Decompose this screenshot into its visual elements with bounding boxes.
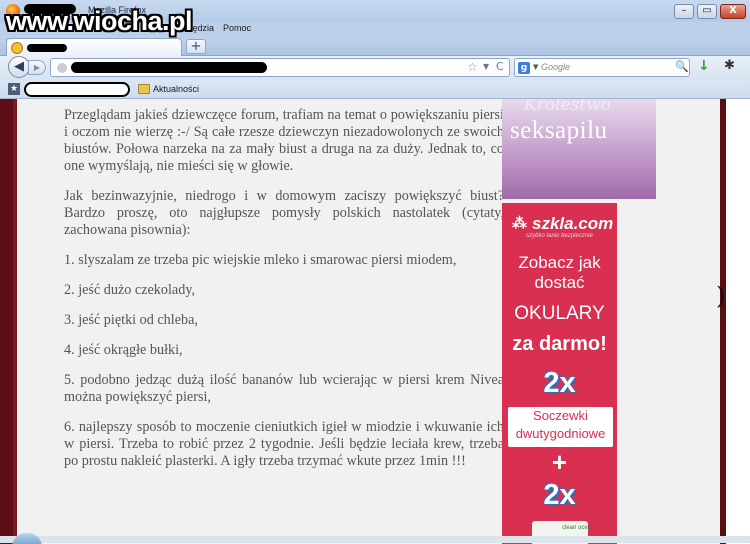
bookmarks-bar: ★ Aktualności [0, 80, 750, 99]
ad-overline: Królestwo [524, 99, 611, 115]
article-paragraph: Przeglądam jakieś dziewczęce forum, traf… [64, 107, 504, 174]
list-item: 4. jeść okrągłe bułki, [64, 342, 183, 358]
ad-title: seksapilu [510, 117, 608, 144]
search-bar[interactable]: g ▼ Google 🔍 [514, 58, 690, 77]
minimize-button[interactable]: – [674, 4, 694, 19]
list-item: 6. najlepszy sposób to moczenie cieniutk… [64, 419, 504, 469]
favicon-icon [11, 42, 23, 54]
google-engine-icon[interactable]: g [518, 62, 530, 74]
back-button[interactable]: ◀ [8, 56, 30, 78]
ad-banner-szkla[interactable]: ⁂ szkla.com szybko tanio bezpiecznie Zob… [502, 203, 617, 544]
ad-logo: ⁂ szkla.com [502, 208, 617, 236]
scroll-marker: ) [716, 282, 726, 310]
list-item: 3. jeść piętki od chleba, [64, 312, 198, 328]
download-arrow-icon[interactable]: ↓ [698, 58, 710, 74]
page-margin-right [726, 99, 750, 544]
list-item: 1. slyszalam ze trzeba pic wiejskie mlek… [64, 252, 457, 268]
page-viewport: ) Przeglądam jakieś dziewczęce forum, tr… [0, 99, 750, 544]
bookmarks-menu-icon[interactable]: ★ [8, 83, 20, 95]
url-history-dropdown-icon[interactable]: ▼ [483, 62, 489, 71]
tab-active[interactable] [6, 38, 182, 57]
url-bar[interactable]: ☆ ▼ C [50, 58, 510, 77]
maximize-button[interactable]: ▭ [697, 4, 717, 19]
list-item: 2. jeść dużo czekolady, [64, 282, 196, 298]
article-body: Przeglądam jakieś dziewczęce forum, traf… [64, 107, 504, 483]
ad-product-label: clean ocean [562, 525, 595, 531]
ad-product-name: OKULARY [514, 303, 605, 324]
reload-icon[interactable]: C [496, 60, 504, 73]
tools-icon[interactable]: ✱ [724, 58, 735, 73]
ad-badge-2x: 2x [543, 367, 576, 399]
search-placeholder[interactable]: Google [541, 62, 570, 72]
new-tab-button[interactable]: + [186, 39, 206, 54]
tab-bar: + [0, 36, 750, 57]
ad-offer: za darmo! [512, 333, 607, 355]
close-button[interactable]: X [720, 4, 746, 19]
ad-banner-seksapil[interactable]: Królestwo seksapilu [502, 99, 656, 199]
bookmark-star-icon[interactable]: ☆ [467, 60, 478, 74]
ad-badge-2x: 2x [543, 479, 576, 511]
article-paragraph: Jak bezinwazyjnie, niedrogo i w domowym … [64, 188, 504, 238]
watermark-logo: www.wiocha.pl [6, 6, 193, 36]
search-icon[interactable]: 🔍 [675, 60, 689, 73]
ad-logo-text: szkla.com [532, 214, 614, 233]
taskbar-strip [0, 536, 750, 543]
folder-icon [138, 84, 150, 94]
ad-tagline: szybko tanio bezpiecznie [526, 233, 593, 239]
menu-item-help[interactable]: Pomoc [223, 23, 251, 33]
ad-headline: Zobacz jak dostać [518, 253, 601, 292]
bookmark-aktualnosci[interactable]: Aktualności [153, 84, 199, 94]
ad-lens-box: Soczewki dwutygodniowe [508, 407, 613, 447]
redacted-tab-title [27, 44, 67, 52]
forward-button[interactable]: ▶ [28, 60, 46, 75]
site-identity-icon[interactable] [57, 63, 67, 73]
list-item: 5. podobno jedząc dużą ilość bananów lub… [64, 372, 504, 405]
glasses-logo-icon: ⁂ [512, 215, 527, 232]
engine-dropdown-icon[interactable]: ▼ [533, 63, 538, 71]
redacted-bookmark[interactable] [24, 82, 130, 97]
redacted-url [71, 62, 267, 73]
ad-plus: + [551, 447, 568, 477]
navigation-bar: ◀ ▶ ☆ ▼ C g ▼ Google 🔍 ↓ ✱ [0, 56, 750, 80]
